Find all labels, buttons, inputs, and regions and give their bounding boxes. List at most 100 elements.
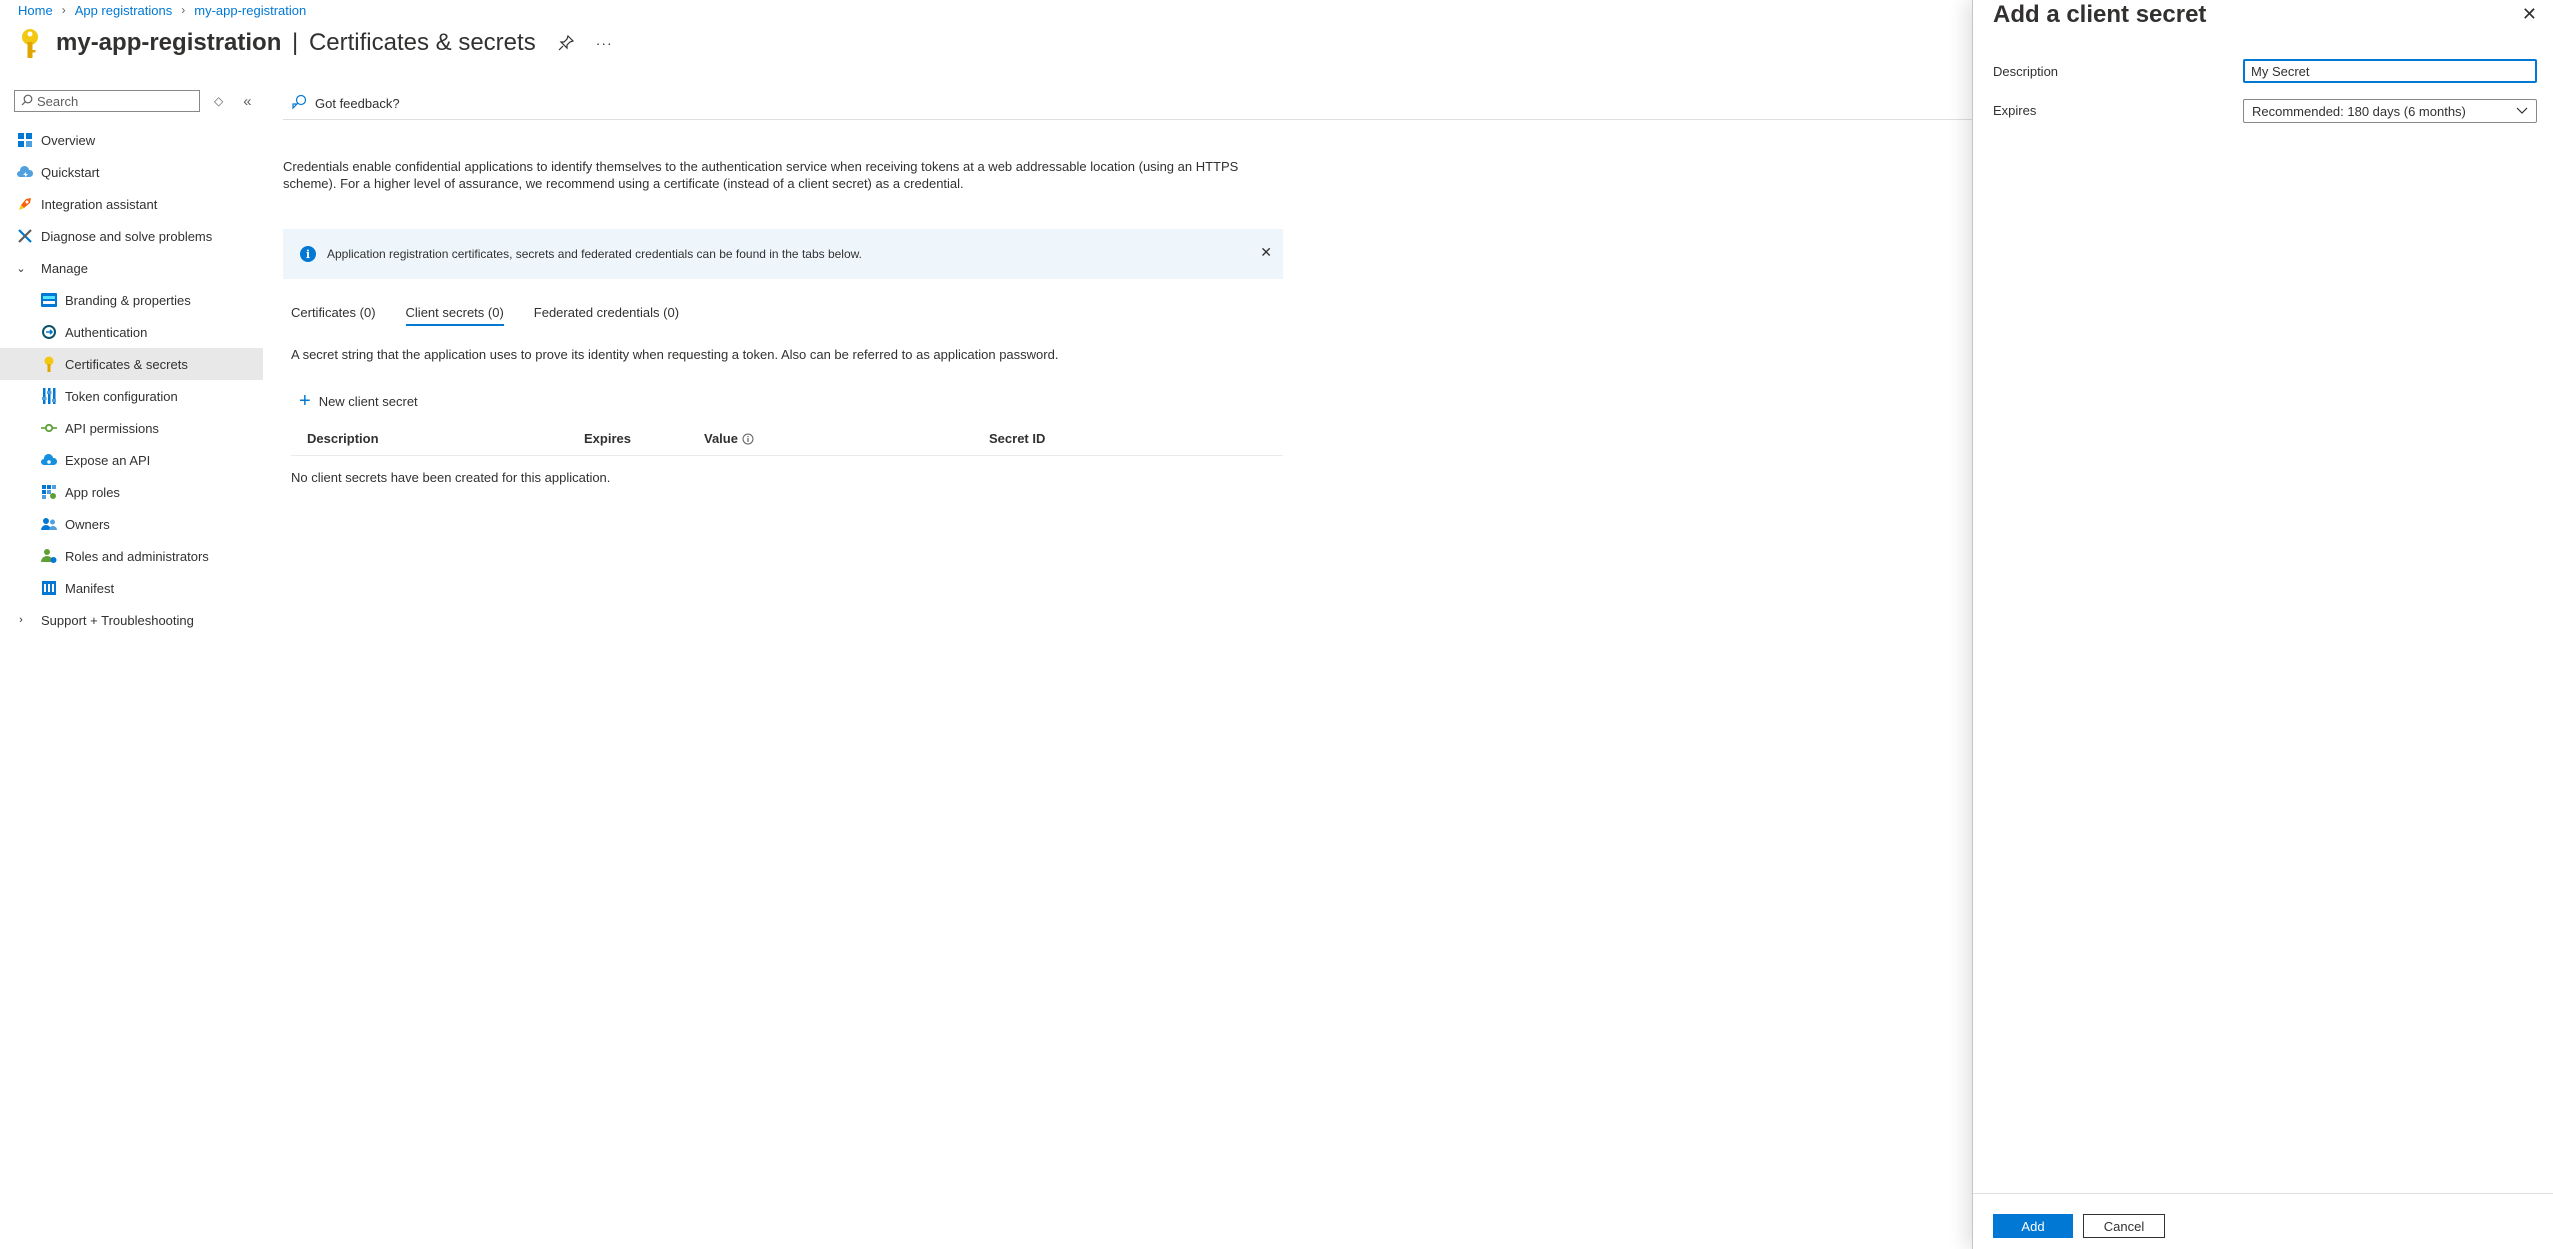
sidebar-item-owners[interactable]: Owners [0,508,263,540]
roles-admin-icon [40,548,57,565]
sidebar-item-label: App roles [65,484,120,500]
close-icon[interactable]: ✕ [2522,4,2537,25]
cloud-api-icon [40,452,57,469]
collapse-sidebar-icon[interactable]: « [243,93,251,110]
sidebar-item-roles-administrators[interactable]: Roles and administrators [0,540,263,572]
sidebar-group-support[interactable]: › Support + Troubleshooting [0,604,263,636]
manifest-icon [40,580,57,597]
cloud-quickstart-icon [16,164,33,181]
info-icon[interactable] [742,433,754,448]
sidebar-item-label: Owners [65,516,110,532]
breadcrumb-app-registrations[interactable]: App registrations [75,3,173,18]
description-label: Description [1993,64,2059,79]
tab-certificates[interactable]: Certificates (0) [291,305,376,326]
intro-text: Credentials enable confidential applicat… [283,159,1239,191]
feedback-button[interactable]: Got feedback? [283,94,400,113]
feedback-label: Got feedback? [315,96,400,111]
app-roles-icon [40,484,57,501]
page-title-section: Certificates & secrets [308,29,536,56]
description-field[interactable] [2243,59,2537,83]
sidebar-item-certificates-secrets[interactable]: Certificates & secrets [0,348,263,380]
expires-selected-value: Recommended: 180 days (6 months) [2252,103,2466,119]
sidebar-item-label: Expose an API [65,452,151,468]
page-title-app-name: my-app-registration [56,29,282,56]
feedback-icon [291,94,307,113]
grid-icon [16,132,33,149]
page-title-divider: | [292,29,299,56]
authentication-icon [40,324,57,341]
column-header-value: Value [704,431,738,446]
table-empty-message: No client secrets have been created for … [291,470,611,485]
sidebar-item-manifest[interactable]: Manifest [0,572,263,604]
rocket-icon [16,196,33,213]
key-icon [40,356,57,373]
sidebar-item-label: Certificates & secrets [65,356,188,372]
sidebar-item-label: Authentication [65,324,148,340]
sidebar-nav: Overview Quickstart Integration assistan… [0,124,263,636]
more-options-icon[interactable]: ··· [596,35,613,51]
owners-icon [40,516,57,533]
sidebar-item-label: Quickstart [41,164,100,180]
new-client-secret-label: New client secret [318,393,418,409]
expires-dropdown[interactable]: Recommended: 180 days (6 months) [2243,99,2537,123]
add-button[interactable]: Add [1993,1214,2073,1238]
breadcrumb-my-app-registration[interactable]: my-app-registration [194,3,306,18]
close-icon[interactable]: ✕ [1260,244,1272,261]
sidebar-item-label: Manage [41,260,88,276]
sidebar-item-overview[interactable]: Overview [0,124,263,156]
sidebar-item-label: Manifest [65,580,115,596]
chevron-down-icon [2516,104,2528,119]
sidebar-item-label: Overview [41,132,96,148]
credential-tabs: Certificates (0) Client secrets (0) Fede… [291,305,709,326]
column-header-description: Description [307,431,379,446]
chevron-down-icon: ⌄ [16,262,26,275]
sidebar-group-manage[interactable]: ⌄ Manage [0,252,263,284]
sidebar-item-label: Roles and administrators [65,548,209,564]
sidebar-item-authentication[interactable]: Authentication [0,316,263,348]
add-client-secret-panel: Add a client secret ✕ Description Expire… [1972,0,2553,1249]
page-title: my-app-registration | Certificates & sec… [56,29,536,57]
cancel-button[interactable]: Cancel [2083,1214,2165,1238]
key-icon [18,25,42,61]
panel-title: Add a client secret [1993,1,2207,28]
sidebar-item-app-roles[interactable]: App roles [0,476,263,508]
sidebar-item-branding[interactable]: Branding & properties [0,284,263,316]
pin-icon[interactable] [558,35,574,51]
tab-client-secrets[interactable]: Client secrets (0) [405,305,505,326]
sidebar-item-label: Token configuration [65,388,178,404]
sidebar-item-label: Diagnose and solve problems [41,228,213,244]
tab-federated-credentials[interactable]: Federated credentials (0) [534,305,679,326]
page-header: my-app-registration | Certificates & sec… [18,26,613,60]
info-message: Application registration certificates, s… [327,247,862,261]
token-config-icon [40,388,57,405]
plus-icon: + [299,390,311,412]
new-client-secret-button[interactable]: + New client secret [299,390,418,412]
secrets-table-header: Description Expires Value Secret ID [291,426,1283,456]
sidebar-item-integration-assistant[interactable]: Integration assistant [0,188,263,220]
sidebar-item-label: Integration assistant [41,196,158,212]
sidebar-item-token-configuration[interactable]: Token configuration [0,380,263,412]
sidebar-search-input[interactable] [37,93,197,109]
sidebar-item-label: Support + Troubleshooting [41,612,194,628]
info-icon: i [300,246,316,262]
chevron-right-icon: › [19,614,23,626]
info-message-bar: i Application registration certificates,… [283,229,1283,279]
branding-icon [40,292,57,309]
column-header-expires: Expires [584,431,631,446]
breadcrumb: Home › App registrations › my-app-regist… [18,1,306,19]
sidebar-item-label: API permissions [65,420,159,436]
breadcrumb-home[interactable]: Home [18,3,53,18]
search-icon [21,94,33,109]
sidebar-item-quickstart[interactable]: Quickstart [0,156,263,188]
column-header-secret-id: Secret ID [989,431,1046,446]
sidebar-search [14,90,200,112]
api-permissions-icon [40,420,57,437]
sidebar-item-api-permissions[interactable]: API permissions [0,412,263,444]
panel-footer: Add Cancel [1973,1193,2553,1249]
tab-description: A secret string that the application use… [291,347,1059,362]
wrench-icon [16,228,33,245]
search-options-icon[interactable]: ◇ [214,94,223,108]
sidebar-item-expose-an-api[interactable]: Expose an API [0,444,263,476]
sidebar-item-diagnose[interactable]: Diagnose and solve problems [0,220,263,252]
sidebar-item-label: Branding & properties [65,292,191,308]
